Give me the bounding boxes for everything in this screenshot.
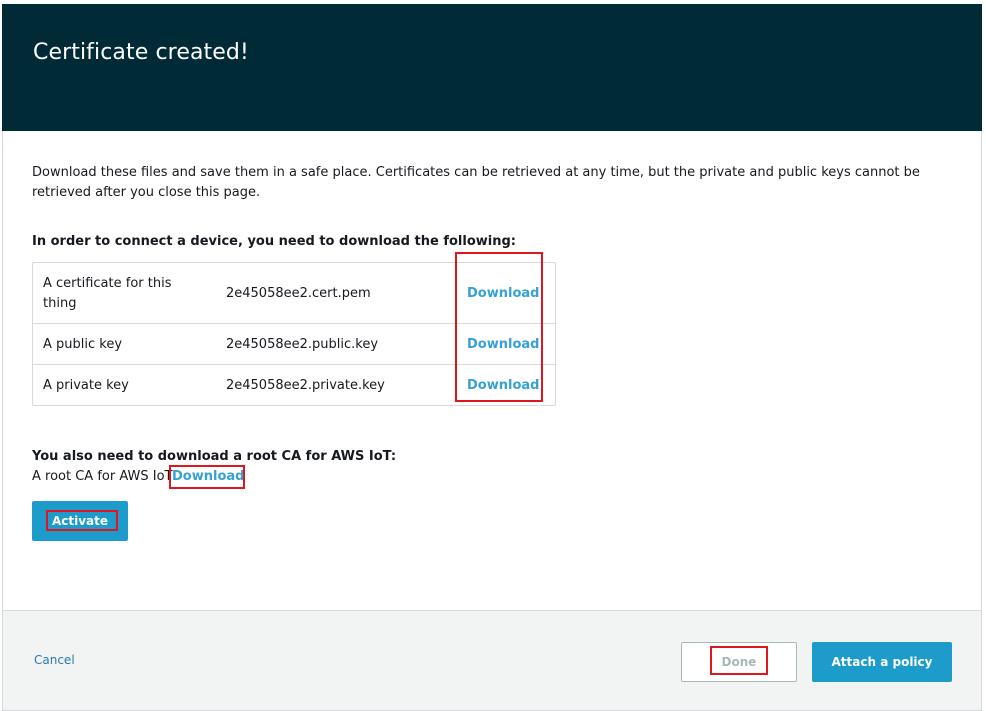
page-title: Certificate created! xyxy=(33,40,249,65)
file-name: 2e45058ee2.public.key xyxy=(226,337,379,352)
download-certificate-link[interactable]: Download xyxy=(467,284,539,304)
files-section-title: In order to connect a device, you need t… xyxy=(32,234,516,249)
file-description: A private key xyxy=(43,378,129,393)
files-table: A certificate for this thing 2e45058ee2.… xyxy=(32,262,556,406)
download-public-key-link[interactable]: Download xyxy=(467,335,539,355)
table-row: A private key 2e45058ee2.private.key Dow… xyxy=(33,364,555,406)
done-button[interactable]: Done xyxy=(681,642,797,682)
activate-button[interactable]: Activate xyxy=(32,501,128,541)
root-ca-text: A root CA for AWS IoT xyxy=(32,469,173,484)
cancel-link[interactable]: Cancel xyxy=(34,653,75,667)
file-name: 2e45058ee2.cert.pem xyxy=(226,286,371,301)
root-ca-title: You also need to download a root CA for … xyxy=(32,449,397,464)
table-row: A public key 2e45058ee2.public.key Downl… xyxy=(33,323,555,365)
page-header: Certificate created! xyxy=(2,4,982,131)
table-row: A certificate for this thing 2e45058ee2.… xyxy=(33,263,555,323)
intro-text: Download these files and save them in a … xyxy=(32,165,920,200)
attach-policy-button[interactable]: Attach a policy xyxy=(812,642,952,682)
file-description: A certificate for this thing xyxy=(43,276,172,311)
download-root-ca-link[interactable]: Download xyxy=(172,467,244,487)
file-name: 2e45058ee2.private.key xyxy=(226,378,385,393)
download-private-key-link[interactable]: Download xyxy=(467,376,539,396)
file-description: A public key xyxy=(43,337,123,352)
